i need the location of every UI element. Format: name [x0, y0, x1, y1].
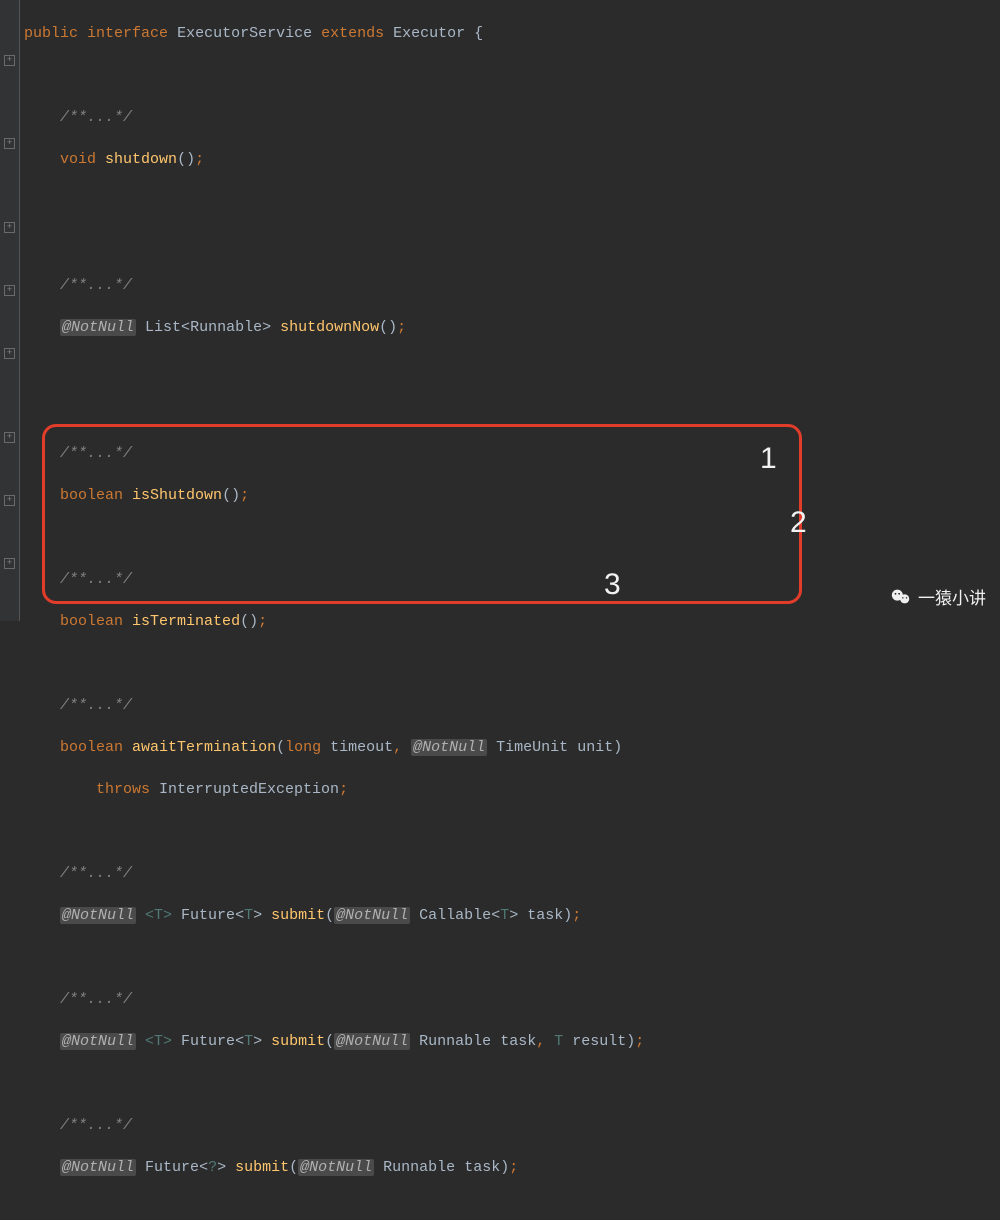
code-editor[interactable]: + + + + + + + + public interface Executo…	[0, 0, 1000, 621]
method-awaittermination: awaitTermination	[132, 739, 276, 756]
doc-comment: /**...*/	[60, 571, 132, 588]
fold-marker-icon[interactable]: +	[4, 285, 15, 296]
fold-marker-icon[interactable]: +	[4, 222, 15, 233]
doc-comment: /**...*/	[60, 445, 132, 462]
keyword-public: public	[24, 25, 78, 42]
fold-marker-icon[interactable]: +	[4, 432, 15, 443]
keyword-boolean: boolean	[60, 739, 123, 756]
doc-comment: /**...*/	[60, 991, 132, 1008]
fold-marker-icon[interactable]: +	[4, 55, 15, 66]
method-isshutdown: isShutdown	[132, 487, 222, 504]
watermark-text: 一猿小讲	[918, 584, 986, 609]
brace: {	[465, 25, 483, 42]
doc-comment: /**...*/	[60, 277, 132, 294]
method-submit: submit	[271, 907, 325, 924]
method-isterminated: isTerminated	[132, 613, 240, 630]
generic-decl: <T>	[136, 907, 181, 924]
type-list: List	[136, 319, 181, 336]
generic-decl: <T>	[136, 1033, 181, 1050]
annotation-notnull: @NotNull	[60, 907, 136, 924]
fold-marker-icon[interactable]: +	[4, 558, 15, 569]
doc-comment: /**...*/	[60, 697, 132, 714]
annotation-notnull: @NotNull	[334, 1033, 410, 1050]
method-shutdown: shutdown	[105, 151, 177, 168]
gutter: + + + + + + + +	[0, 0, 20, 621]
code-text[interactable]: public interface ExecutorService extends…	[20, 0, 1000, 621]
doc-comment: /**...*/	[60, 865, 132, 882]
annotation-notnull: @NotNull	[411, 739, 487, 756]
keyword-void: void	[60, 151, 96, 168]
fold-marker-icon[interactable]: +	[4, 495, 15, 506]
method-submit: submit	[271, 1033, 325, 1050]
annotation-notnull: @NotNull	[298, 1159, 374, 1176]
method-shutdownnow: shutdownNow	[280, 319, 379, 336]
doc-comment: /**...*/	[60, 1117, 132, 1134]
method-submit: submit	[235, 1159, 289, 1176]
keyword-extends: extends	[321, 25, 384, 42]
keyword-boolean: boolean	[60, 487, 123, 504]
annotation-number-3: 3	[604, 568, 621, 602]
class-name: ExecutorService	[177, 25, 312, 42]
watermark: 一猿小讲	[890, 584, 986, 609]
super-name: Executor	[393, 25, 465, 42]
keyword-long: long	[285, 739, 321, 756]
annotation-number-1: 1	[760, 442, 777, 476]
keyword-boolean: boolean	[60, 613, 123, 630]
doc-comment: /**...*/	[60, 109, 132, 126]
keyword-throws: throws	[96, 781, 150, 798]
wechat-icon	[890, 586, 912, 608]
annotation-notnull: @NotNull	[334, 907, 410, 924]
annotation-number-2: 2	[790, 506, 807, 540]
fold-marker-icon[interactable]: +	[4, 138, 15, 149]
annotation-notnull: @NotNull	[60, 1159, 136, 1176]
annotation-notnull: @NotNull	[60, 319, 136, 336]
fold-marker-icon[interactable]: +	[4, 348, 15, 359]
annotation-notnull: @NotNull	[60, 1033, 136, 1050]
keyword-interface: interface	[87, 25, 168, 42]
